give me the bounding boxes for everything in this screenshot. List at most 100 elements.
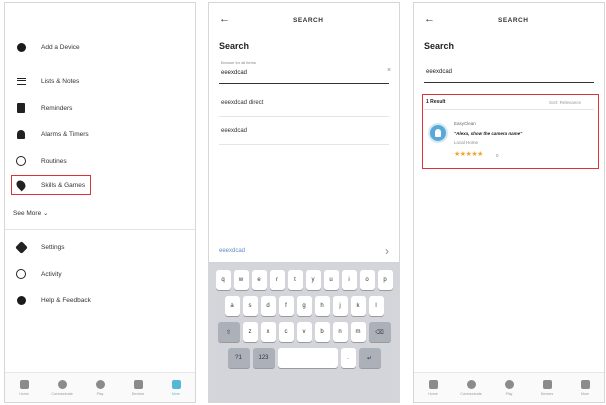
search-entry-screen: ← SEARCH Search Browse for all items eee… bbox=[208, 2, 400, 403]
nav-play[interactable]: Play bbox=[497, 379, 521, 396]
menu-item-label: Help & Feedback bbox=[41, 296, 91, 304]
key[interactable]: g bbox=[296, 296, 312, 316]
key[interactable]: c bbox=[278, 322, 294, 342]
nav-more[interactable]: More bbox=[164, 379, 188, 396]
key[interactable]: a bbox=[224, 296, 240, 316]
skill-developer: Local Home bbox=[454, 140, 479, 145]
list-icon bbox=[15, 75, 27, 87]
menu-item-routines[interactable]: Routines bbox=[15, 152, 67, 170]
nav-communicate[interactable]: Communicate bbox=[50, 379, 74, 396]
menu-item-help-feedback[interactable]: Help & Feedback bbox=[15, 291, 91, 309]
space-key[interactable] bbox=[277, 348, 338, 368]
menu-item-add-device[interactable]: Add a Device bbox=[15, 38, 80, 56]
play-icon bbox=[504, 379, 514, 389]
symbols-key[interactable]: ?1 bbox=[227, 348, 250, 368]
key[interactable]: v bbox=[296, 322, 312, 342]
nav-label: Play bbox=[505, 391, 513, 396]
key[interactable]: r bbox=[269, 270, 285, 290]
search-input[interactable]: eeexdcad bbox=[426, 69, 452, 75]
shift-key[interactable]: ⇧ bbox=[217, 322, 240, 342]
key[interactable]: . bbox=[340, 348, 356, 368]
key[interactable]: d bbox=[260, 296, 276, 316]
nav-communicate[interactable]: Communicate bbox=[459, 379, 483, 396]
suggestion-item[interactable]: eeexdcad direct bbox=[221, 100, 263, 106]
nav-label: Communicate bbox=[460, 391, 482, 396]
return-key[interactable]: ↵ bbox=[358, 348, 381, 368]
nav-label: Play bbox=[96, 391, 104, 396]
nav-play[interactable]: Play bbox=[88, 379, 112, 396]
keyboard-row-3: ⇧ z x c v b n m ⌫ bbox=[212, 322, 396, 342]
key[interactable]: m bbox=[350, 322, 366, 342]
key[interactable]: b bbox=[314, 322, 330, 342]
results-divider bbox=[424, 109, 594, 110]
nav-home[interactable]: Home bbox=[12, 379, 36, 396]
menu-item-settings[interactable]: Settings bbox=[14, 238, 65, 256]
bottom-nav: Home Communicate Play Devices More bbox=[5, 372, 195, 402]
key[interactable]: t bbox=[287, 270, 303, 290]
key[interactable]: o bbox=[359, 270, 375, 290]
nav-home[interactable]: Home bbox=[421, 379, 445, 396]
chevron-right-icon[interactable]: › bbox=[385, 244, 389, 258]
see-more-label: See More bbox=[13, 210, 42, 217]
bell-icon bbox=[15, 128, 27, 140]
key[interactable]: f bbox=[278, 296, 294, 316]
chevron-down-icon: ⌄ bbox=[43, 210, 49, 217]
key[interactable]: k bbox=[350, 296, 366, 316]
gear-icon bbox=[14, 240, 28, 254]
nav-label: Devices bbox=[131, 391, 145, 396]
help-icon bbox=[15, 294, 27, 306]
menu-item-label: Routines bbox=[41, 157, 67, 165]
nav-label: More bbox=[172, 391, 180, 396]
search-field-label: Browse for all items bbox=[221, 60, 256, 65]
suggestion-item[interactable]: eeexdcad bbox=[221, 128, 247, 134]
bottom-nav: Home Communicate Play Devices More bbox=[414, 372, 604, 402]
menu-item-activity[interactable]: Activity bbox=[15, 265, 62, 283]
key[interactable]: s bbox=[242, 296, 258, 316]
key[interactable]: z bbox=[242, 322, 258, 342]
nav-label: Communicate bbox=[51, 391, 73, 396]
nav-label: Home bbox=[428, 391, 438, 396]
key[interactable]: q bbox=[215, 270, 231, 290]
menu-item-lists-notes[interactable]: Lists & Notes bbox=[15, 72, 79, 90]
clear-icon[interactable]: × bbox=[387, 67, 391, 74]
devices-icon bbox=[542, 379, 552, 389]
keyboard-row-1: q w e r t y u i o p bbox=[212, 270, 396, 290]
page-title: Search bbox=[219, 41, 250, 51]
key[interactable]: x bbox=[260, 322, 276, 342]
see-more-toggle[interactable]: See More ⌄ bbox=[13, 209, 48, 217]
key[interactable]: y bbox=[305, 270, 321, 290]
key[interactable]: e bbox=[251, 270, 267, 290]
key[interactable]: n bbox=[332, 322, 348, 342]
keyboard-row-2: a s d f g h j k l bbox=[212, 296, 396, 316]
clipboard-icon bbox=[15, 102, 27, 114]
location-pin-icon bbox=[14, 178, 28, 192]
numbers-key[interactable]: 123 bbox=[252, 348, 275, 368]
sort-dropdown[interactable]: Sort: Relevance bbox=[549, 100, 581, 105]
back-arrow-icon[interactable]: ← bbox=[219, 13, 230, 25]
plus-circle-icon bbox=[15, 41, 27, 53]
key[interactable]: u bbox=[323, 270, 339, 290]
search-input[interactable]: eeexdcad bbox=[221, 70, 247, 76]
key[interactable]: h bbox=[314, 296, 330, 316]
skill-name[interactable]: EasyClean bbox=[454, 121, 476, 126]
nav-devices[interactable]: Devices bbox=[126, 379, 150, 396]
nav-devices[interactable]: Devices bbox=[535, 379, 559, 396]
keyboard-row-4: ?1 123 . ↵ bbox=[212, 348, 396, 368]
check-circle-icon bbox=[15, 155, 27, 167]
clock-icon bbox=[15, 268, 27, 280]
menu-item-alarms-timers[interactable]: Alarms & Timers bbox=[15, 125, 89, 143]
key[interactable]: w bbox=[233, 270, 249, 290]
key[interactable]: j bbox=[332, 296, 348, 316]
menu-item-reminders[interactable]: Reminders bbox=[15, 99, 72, 117]
menu-item-label: Reminders bbox=[41, 104, 73, 112]
nav-more[interactable]: More bbox=[573, 379, 597, 396]
menu-item-skills-games[interactable]: Skills & Games bbox=[14, 176, 85, 194]
key[interactable]: i bbox=[341, 270, 357, 290]
nav-label: Home bbox=[19, 391, 29, 396]
skill-app-icon[interactable] bbox=[428, 123, 448, 143]
back-arrow-icon[interactable]: ← bbox=[424, 13, 435, 25]
keyboard-suggestion[interactable]: eeexdcad bbox=[219, 248, 245, 254]
backspace-key[interactable]: ⌫ bbox=[368, 322, 391, 342]
key[interactable]: p bbox=[377, 270, 393, 290]
key[interactable]: l bbox=[368, 296, 384, 316]
